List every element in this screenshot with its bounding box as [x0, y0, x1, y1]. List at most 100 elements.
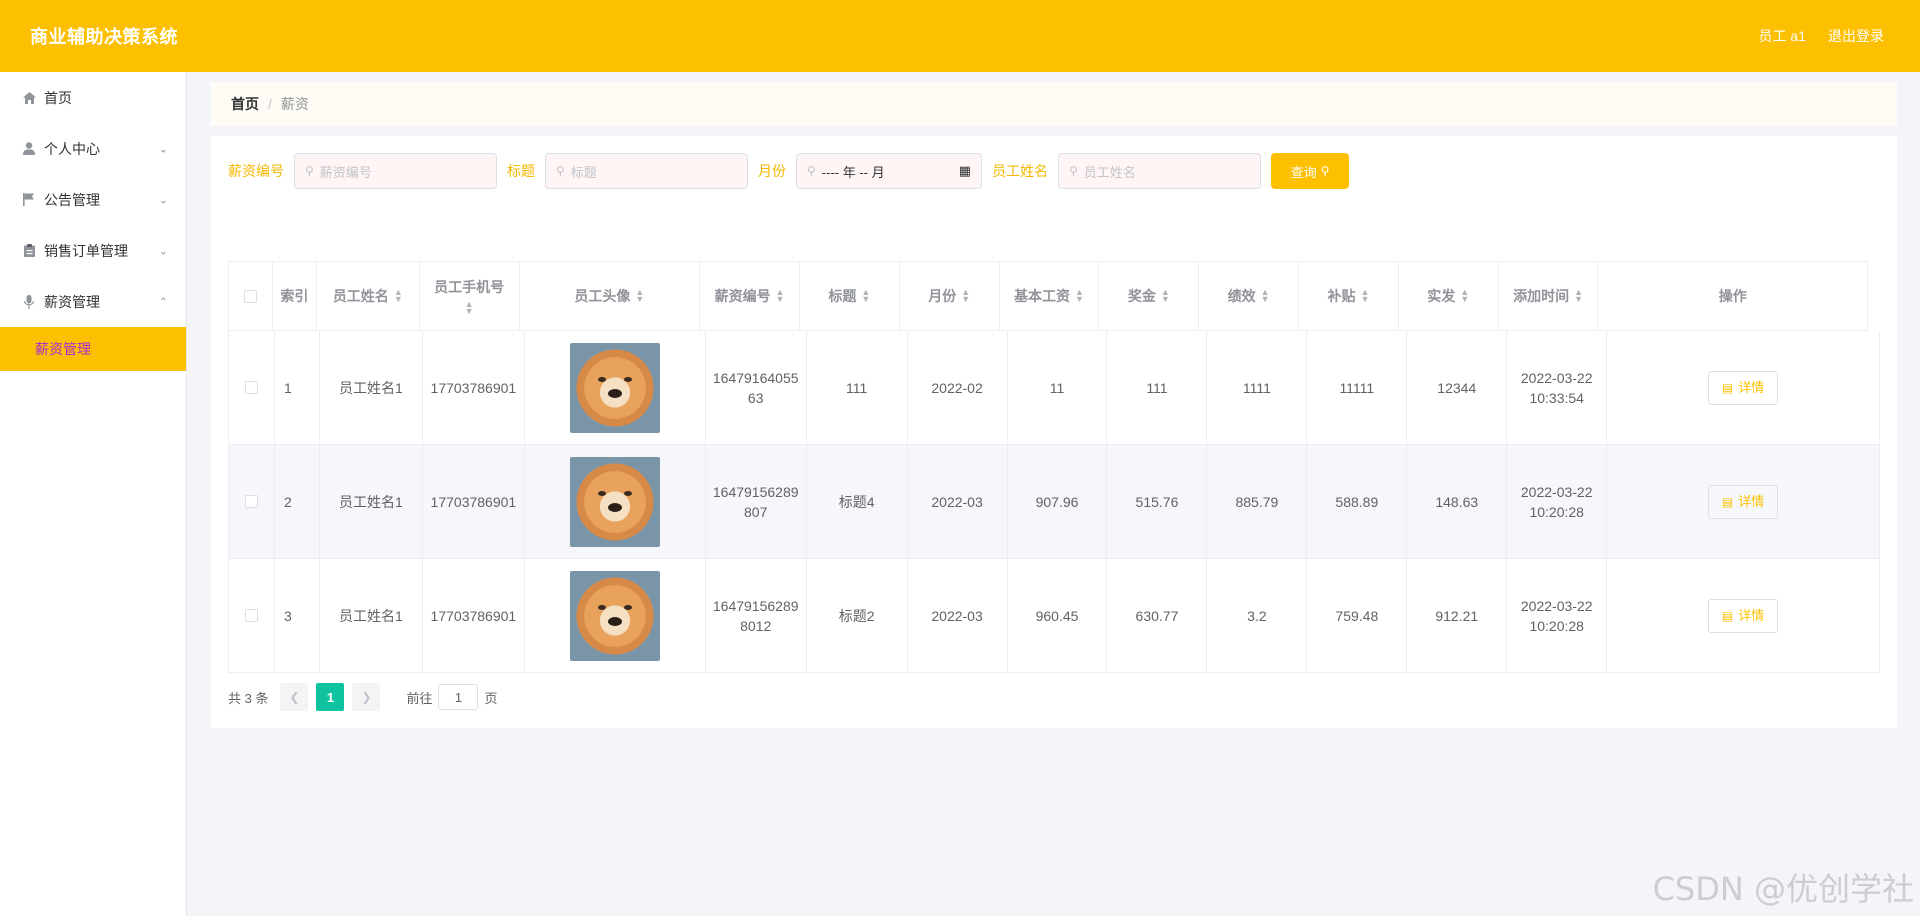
sidebar-subitem-salary-management[interactable]: 薪资管理 — [0, 327, 186, 371]
sort-icon[interactable]: ▲ ▼ — [394, 288, 403, 304]
month-value: ---- 年 -- 月 — [821, 164, 885, 180]
header-subsidy[interactable]: 补贴 ▲ ▼ — [1299, 262, 1399, 331]
checkbox[interactable] — [244, 495, 258, 508]
sort-icon[interactable]: ▲ ▼ — [1261, 288, 1270, 304]
page-jumper: 前往 1 页 — [406, 684, 498, 710]
header-employee-name[interactable]: 员工姓名 ▲ ▼ — [316, 262, 420, 331]
query-button[interactable]: 查询 ⚲ — [1271, 153, 1349, 189]
goto-page-input[interactable]: 1 — [438, 684, 479, 710]
avatar — [569, 570, 660, 661]
cell-subsidy: 759.48 — [1307, 559, 1408, 673]
month-input[interactable]: ⚲ ---- 年 -- 月 ▦ — [796, 153, 982, 189]
sort-icon[interactable]: ▲ ▼ — [1360, 288, 1369, 304]
header-salary-no[interactable]: 薪资编号 ▲ ▼ — [700, 262, 800, 331]
detail-button[interactable]: ▤ 详情 — [1708, 370, 1779, 405]
breadcrumb-home[interactable]: 首页 — [231, 94, 259, 114]
cell-base-salary: 11 — [1007, 331, 1108, 445]
cell-subsidy: 11111 — [1307, 331, 1408, 445]
sort-icon[interactable]: ▲ ▼ — [1075, 288, 1084, 304]
header-title[interactable]: 标题 ▲ ▼ — [799, 262, 900, 331]
checkbox[interactable] — [243, 289, 257, 303]
breadcrumb-separator: / — [268, 96, 272, 112]
sort-icon[interactable]: ▲ ▼ — [465, 300, 474, 316]
salary-no-input[interactable]: ⚲ 薪资编号 — [294, 153, 497, 189]
watermark: CSDN @优创学社 — [1652, 870, 1914, 908]
cell-bonus: 111 — [1107, 331, 1208, 445]
header-base-salary[interactable]: 基本工资 ▲ ▼ — [999, 262, 1100, 331]
cell-title: 111 — [806, 331, 908, 445]
header-label: 标题 — [828, 288, 857, 304]
header-label: 基本工资 — [1014, 288, 1071, 304]
header-select-all[interactable] — [229, 262, 273, 331]
calendar-icon[interactable]: ▦ — [959, 163, 971, 179]
cell-actual-pay: 148.63 — [1407, 445, 1508, 559]
header-bonus[interactable]: 奖金 ▲ ▼ — [1099, 262, 1200, 331]
goto-label: 前往 — [406, 690, 433, 706]
breadcrumb: 首页 / 薪资 — [211, 82, 1897, 126]
detail-button[interactable]: ▤ 详情 — [1708, 484, 1779, 519]
employee-name-placeholder: 员工姓名 — [1083, 164, 1136, 180]
sidebar-item-notice[interactable]: 公告管理 ⌄ — [0, 174, 186, 225]
sort-icon[interactable]: ▲ ▼ — [861, 288, 870, 304]
header-employee-phone[interactable]: 员工手机号 ▲ ▼ — [419, 262, 520, 331]
sort-icon[interactable]: ▲ ▼ — [1161, 288, 1170, 304]
header-added-time[interactable]: 添加时间 ▲ ▼ — [1498, 262, 1599, 331]
header-month[interactable]: 月份 ▲ ▼ — [899, 262, 1000, 331]
logout-link[interactable]: 退出登录 — [1828, 26, 1884, 46]
next-page-button[interactable]: ❯ — [352, 683, 381, 711]
sidebar-item-home[interactable]: 首页 — [0, 72, 186, 123]
header-performance[interactable]: 绩效 ▲ ▼ — [1199, 262, 1300, 331]
prev-page-button[interactable]: ❮ — [280, 683, 309, 711]
cell-operations: ▤ 详情 — [1607, 559, 1880, 673]
table-row: 1 员工姓名1 17703786901 16479164055 63 111 20… — [228, 331, 1880, 445]
header-label: 添加时间 — [1513, 288, 1570, 304]
detail-button[interactable]: ▤ 详情 — [1708, 598, 1779, 633]
employee-name-input[interactable]: ⚲ 员工姓名 — [1058, 153, 1261, 189]
month-label: 月份 — [758, 163, 786, 179]
cell-added-time: 2022-03-22 10:33:54 — [1507, 331, 1608, 445]
sidebar-item-label: 薪资管理 — [44, 293, 100, 310]
pagination-total: 共 3 条 — [228, 690, 269, 706]
avatar — [569, 342, 660, 433]
sort-icon[interactable]: ▲ ▼ — [1460, 288, 1469, 304]
sidebar-item-salary[interactable]: 薪资管理 ⌃ — [0, 276, 186, 327]
title-input[interactable]: ⚲ 标题 — [545, 153, 748, 189]
sort-icon[interactable]: ▲ ▼ — [961, 288, 970, 304]
checkbox[interactable] — [244, 381, 258, 394]
row-select[interactable] — [229, 331, 275, 445]
header-label: 奖金 — [1127, 288, 1156, 304]
main-content: 薪资编号 ⚲ 薪资编号 标题 ⚲ 标题 月份 ⚲ ---- 年 -- 月 ▦ 员… — [211, 136, 1897, 728]
salary-no-placeholder: 薪资编号 — [319, 164, 372, 180]
header-label: 员工头像 — [574, 288, 631, 304]
cell-employee-phone: 17703786901 — [422, 559, 525, 673]
cell-employee-name: 员工姓名1 — [319, 331, 423, 445]
page-number-button[interactable]: 1 — [316, 683, 345, 711]
sort-icon[interactable]: ▲ ▼ — [635, 288, 644, 304]
row-select[interactable] — [229, 559, 275, 673]
cell-title: 标题4 — [806, 445, 908, 559]
row-select[interactable] — [229, 445, 275, 559]
search-icon: ⚲ — [1320, 164, 1330, 178]
cell-performance: 1111 — [1207, 331, 1308, 445]
header-label: 补贴 — [1327, 288, 1356, 304]
sort-icon[interactable]: ▲ ▼ — [1574, 288, 1583, 304]
header-label: 薪资编号 — [714, 288, 771, 304]
cell-operations: ▤ 详情 — [1607, 445, 1880, 559]
search-icon: ⚲ — [807, 164, 816, 178]
sidebar-item-personal-center[interactable]: 个人中心 ⌄ — [0, 123, 186, 174]
cell-actual-pay: 12344 — [1407, 331, 1508, 445]
cell-month: 2022-02 — [907, 331, 1008, 445]
cell-added-time: 2022-03-22 10:20:28 — [1507, 559, 1608, 673]
document-icon: ▤ — [1721, 608, 1734, 623]
header-avatar[interactable]: 员工头像 ▲ ▼ — [519, 262, 701, 331]
salary-table: 索引 员工姓名 ▲ ▼ 员工手机号 ▲ ▼ 员工头像 ▲ ▼ 薪资编号 ▲ ▼ 标题 ▲ ▼ 月份 ▲… — [228, 261, 1880, 673]
sidebar-item-sales-orders[interactable]: 销售订单管理 ⌄ — [0, 225, 186, 276]
search-icon: ⚲ — [305, 164, 314, 178]
current-user[interactable]: 员工 a1 — [1759, 26, 1806, 46]
header-actual-pay[interactable]: 实发 ▲ ▼ — [1398, 262, 1499, 331]
sort-icon[interactable]: ▲ ▼ — [776, 288, 785, 304]
checkbox[interactable] — [244, 609, 258, 622]
cell-employee-phone: 17703786901 — [422, 331, 525, 445]
breadcrumb-current: 薪资 — [280, 96, 309, 112]
cell-index: 3 — [274, 559, 320, 673]
